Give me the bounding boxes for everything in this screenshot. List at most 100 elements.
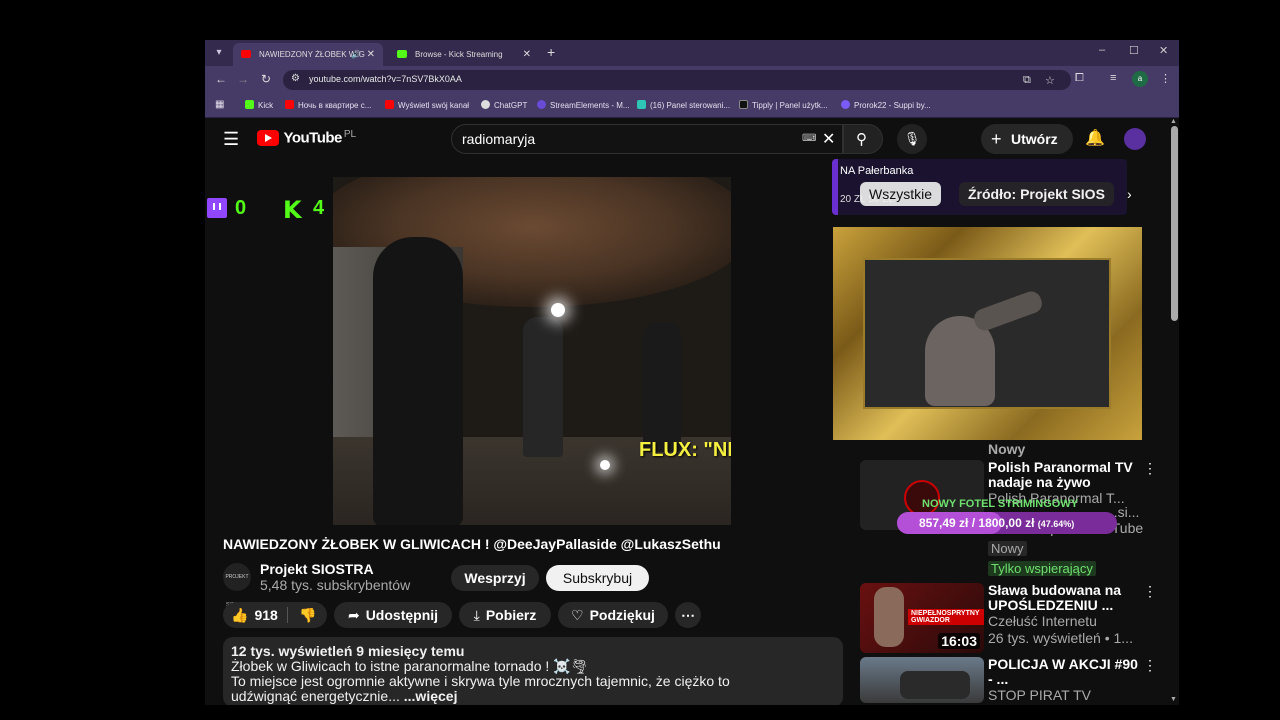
tab-youtube[interactable]: NAWIEDZONY ŻŁOBEK W G 🔊 ✕	[233, 43, 383, 66]
profile-avatar[interactable]: a	[1132, 71, 1148, 87]
subscriber-count: 5,48 tys. subskrybentów	[260, 577, 411, 593]
channel-avatar[interactable]: PROJEKT SIOSTRA	[223, 563, 251, 608]
recommendation-item[interactable]: POLICJA W AKCJI #90 - ... STOP PIRAT TV …	[860, 657, 1160, 705]
voice-search-button[interactable]: 🎙	[897, 124, 927, 154]
search-box[interactable]: ⌨ ✕	[451, 124, 843, 154]
close-tab-icon[interactable]: ✕	[367, 43, 375, 66]
video-title: NAWIEDZONY ŻŁOBEK W GLIWICACH ! @DeeJayP…	[223, 536, 721, 552]
youtube-play-icon	[257, 129, 279, 146]
back-icon[interactable]: ←	[215, 72, 227, 86]
kick-icon	[245, 100, 254, 109]
minimize-icon[interactable]: –	[1099, 44, 1105, 56]
scroll-down-icon[interactable]: ▼	[1170, 696, 1177, 703]
youtube-logo[interactable]: YouTube PL	[257, 129, 356, 149]
account-avatar[interactable]	[1124, 128, 1146, 150]
extensions-icon[interactable]: ⧠	[1075, 72, 1084, 85]
bookmark-item[interactable]: StreamElements - M...	[537, 100, 630, 110]
view-count-and-date: 12 tys. wyświetleń 9 miesięcy temu	[231, 643, 465, 659]
scroll-up-icon[interactable]: ▲	[1170, 118, 1177, 125]
donation-accent-bar	[832, 159, 838, 215]
close-window-icon[interactable]: ✕	[1159, 44, 1168, 57]
dislike-icon[interactable]: 👎	[299, 602, 316, 628]
download-button[interactable]: ⤓ Pobierz	[459, 602, 551, 628]
close-tab-icon[interactable]: ✕	[523, 43, 531, 66]
tab-kick[interactable]: Browse - Kick Streaming ✕	[389, 43, 539, 66]
more-vertical-icon[interactable]: ⋮	[1143, 460, 1157, 477]
badge-new-label: Nowy	[988, 441, 1026, 457]
scrollbar-thumb[interactable]	[1171, 126, 1178, 321]
notifications-bell-icon[interactable]: 🔔	[1085, 128, 1105, 148]
media-control-icon[interactable]: ≡	[1110, 72, 1116, 84]
like-count[interactable]: 918	[254, 607, 277, 623]
video-frame-light	[600, 460, 610, 470]
kick-favicon-icon	[397, 50, 407, 58]
chevron-right-icon[interactable]: ›	[1127, 186, 1132, 202]
donation-name: NA Pałerbanka	[840, 165, 914, 177]
site-info-icon[interactable]: ⚙	[291, 73, 300, 84]
install-icon[interactable]: ⧉	[1023, 74, 1031, 87]
youtube-favicon-icon	[241, 50, 251, 58]
more-vertical-icon[interactable]: ⋮	[1143, 657, 1157, 674]
thanks-button[interactable]: ♡ Podziękuj	[558, 602, 668, 628]
download-icon: ⤓	[473, 607, 480, 623]
keyboard-icon[interactable]: ⌨	[802, 133, 816, 144]
bookmark-item[interactable]: Kick	[245, 100, 273, 110]
reload-icon[interactable]: ↻	[261, 72, 271, 86]
search-input[interactable]	[462, 129, 792, 149]
video-frame-light	[551, 303, 565, 317]
like-icon[interactable]: 👍	[231, 607, 248, 623]
filter-chips-bar: NA Pałerbanka 20 ZŁ 50 ZŁ Wszystkie Źród…	[832, 159, 1127, 215]
twitch-icon	[207, 198, 227, 218]
description-box[interactable]: 12 tys. wyświetleń 9 miesięcy temu Żłobe…	[223, 637, 843, 705]
panel-icon	[637, 100, 646, 109]
bookmark-item[interactable]: Ночь в квартире с...	[285, 100, 371, 110]
bookmark-star-icon[interactable]: ☆	[1045, 74, 1055, 87]
bookmark-item[interactable]: Tipply | Panel użytk...	[739, 100, 828, 110]
tab-label: Browse - Kick Streaming	[415, 50, 503, 59]
audio-icon[interactable]: 🔊	[351, 43, 361, 66]
more-actions-button[interactable]: ⋯	[675, 602, 701, 628]
description-line: udźwignąć energetycznie...	[231, 688, 400, 704]
kick-icon: K	[283, 196, 302, 224]
bookmark-item[interactable]: ChatGPT	[481, 100, 527, 110]
video-player[interactable]: FLUX: "NIE"	[333, 177, 731, 525]
channel-name[interactable]: Projekt SIOSTRA	[260, 561, 374, 577]
share-button[interactable]: ➦ Udostępnij	[334, 602, 452, 628]
recommendation-title[interactable]: Polish Paranormal TV nadaje na żywo	[988, 460, 1143, 490]
bookmark-item[interactable]: (16) Panel sterowani...	[637, 100, 730, 110]
subscribe-button[interactable]: Subskrybuj	[546, 565, 649, 591]
badge-new: Nowy	[988, 540, 1027, 558]
goal-progress-track: 857,49 zł / 1800,00 zł (47.64%)	[897, 512, 1117, 534]
create-button[interactable]: + Utwórz	[981, 124, 1073, 154]
support-button[interactable]: Wesprzyj	[451, 565, 539, 591]
apps-grid-icon[interactable]: ▦	[215, 99, 224, 110]
search-button[interactable]: ⚲	[843, 124, 883, 154]
bookmark-item[interactable]: Prorok22 - Suppi by...	[841, 100, 931, 110]
url-text[interactable]: youtube.com/watch?v=7nSV7BkX0AA	[309, 74, 462, 84]
clear-search-icon[interactable]: ✕	[822, 129, 835, 149]
menu-kebab-icon[interactable]: ⋮	[1160, 72, 1171, 85]
webcam-feed	[863, 258, 1111, 409]
recommendation-channel[interactable]: STOP PIRAT TV	[988, 687, 1091, 703]
forward-icon[interactable]: →	[237, 72, 249, 86]
more-vertical-icon[interactable]: ⋮	[1143, 583, 1157, 600]
show-more-link[interactable]: ...więcej	[404, 688, 458, 704]
recommendation-channel[interactable]: Czełuść Internetu	[988, 613, 1097, 629]
page-scrollbar[interactable]: ▲ ▼	[1170, 118, 1179, 705]
maximize-icon[interactable]: ☐	[1129, 44, 1139, 57]
recommendation-title[interactable]: Sława budowana na UPOŚLEDZENIU ...	[988, 583, 1143, 613]
recommendation-item[interactable]: NIEPEŁNOSPRYTNY GWIAZDOR 16:03 Sława bud…	[860, 583, 1160, 655]
bookmark-item[interactable]: Wyświetl swój kanał	[385, 100, 469, 110]
video-caption: FLUX: "NIE"	[639, 439, 731, 461]
address-bar[interactable]: ⚙ youtube.com/watch?v=7nSV7BkX0AA ⧉ ☆	[283, 70, 1071, 90]
goal-progress-text: 857,49 zł / 1800,00 zł (47.64%)	[919, 516, 1075, 530]
chip-source[interactable]: Źródło: Projekt SIOS	[959, 182, 1114, 206]
recommendation-thumbnail[interactable]	[860, 657, 984, 703]
tab-search-button[interactable]: ▾	[211, 45, 227, 61]
recommendation-title[interactable]: POLICJA W AKCJI #90 - ...	[988, 657, 1143, 687]
recommendation-thumbnail[interactable]: NIEPEŁNOSPRYTNY GWIAZDOR 16:03	[860, 583, 984, 653]
suppi-icon	[841, 100, 850, 109]
chip-all[interactable]: Wszystkie	[860, 182, 941, 206]
menu-hamburger-icon[interactable]: ☰	[223, 129, 239, 150]
new-tab-button[interactable]: +	[547, 44, 555, 60]
